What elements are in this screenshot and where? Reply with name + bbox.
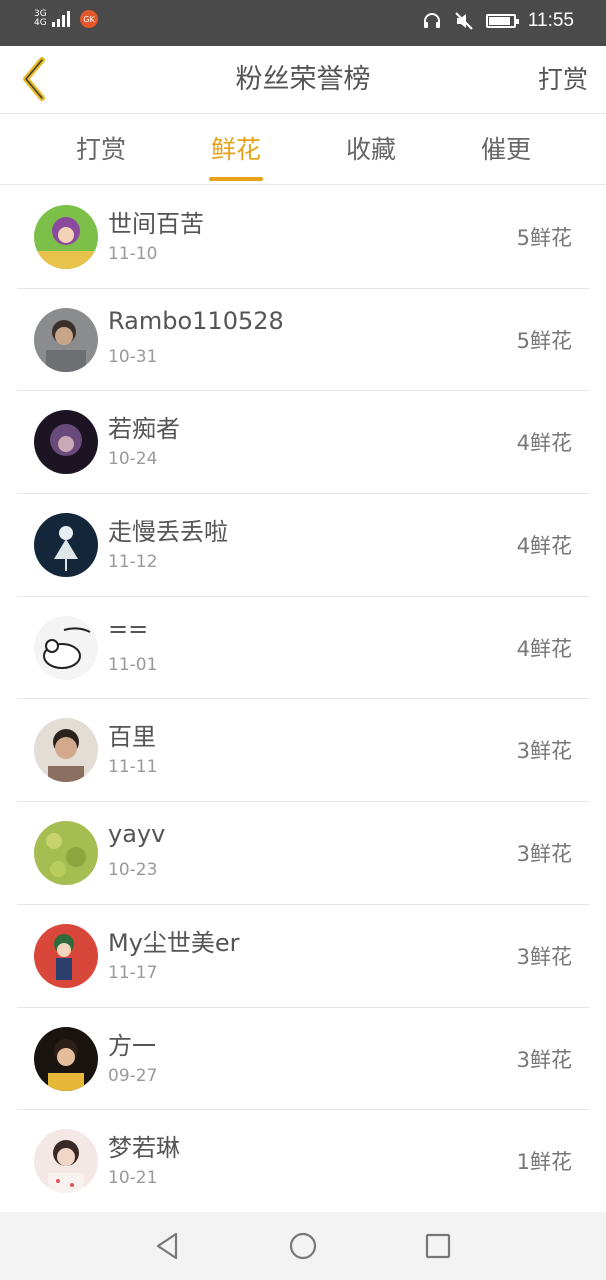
headset-icon: [423, 13, 440, 28]
user-name: 世间百苦: [108, 210, 204, 238]
date: 09-27: [108, 1065, 158, 1086]
avatar: [34, 1026, 98, 1091]
flower-count: 3鲜花: [516, 739, 572, 764]
header: 粉丝荣誉榜 打赏: [0, 46, 606, 114]
user-name: 方一: [108, 1031, 156, 1060]
user-name: yayv: [108, 820, 166, 849]
list-item[interactable]: yayv 10-23 3鲜花: [17, 802, 589, 905]
app-notification-icon: GK: [80, 10, 98, 28]
date: 11-17: [108, 962, 158, 983]
system-nav-bar: [0, 1212, 606, 1280]
flower-count: 4鲜花: [516, 431, 572, 456]
signal-icon: [52, 11, 70, 27]
network-type: 3G 4G: [34, 9, 47, 28]
tab-label: 打赏: [75, 135, 126, 164]
flower-count: 4鲜花: [516, 534, 572, 559]
flower-count: 3鲜花: [516, 944, 572, 969]
tab-flowers[interactable]: 鲜花: [186, 115, 286, 185]
avatar: [34, 718, 98, 783]
avatar: [34, 410, 98, 475]
tab-reward[interactable]: 打赏: [51, 115, 151, 185]
flower-count: 1鲜花: [516, 1150, 572, 1175]
flower-count: 4鲜花: [516, 636, 572, 661]
date: 11-11: [108, 757, 158, 778]
date: 10-31: [108, 346, 158, 367]
fan-list: 世间百苦 11-10 5鲜花 Rambo110528 10-31 5鲜花 若痴者…: [0, 186, 606, 1213]
tab-bar: 打赏 鲜花 收藏 催更: [0, 115, 606, 185]
avatar: [34, 1129, 98, 1194]
date: 11-01: [108, 654, 158, 675]
list-item[interactable]: 走慢丢丢啦 11-12 4鲜花: [17, 494, 589, 597]
avatar: [34, 205, 98, 269]
list-item[interactable]: Rambo110528 10-31 5鲜花: [17, 289, 589, 392]
avatar: [34, 821, 98, 886]
tab-label: 鲜花: [210, 135, 261, 164]
date: 10-21: [108, 1168, 158, 1189]
avatar: [34, 615, 98, 680]
reward-button[interactable]: 打赏: [538, 46, 588, 114]
active-tab-indicator: [209, 177, 263, 181]
user-name: 百里: [108, 723, 156, 752]
tab-label: 催更: [480, 135, 531, 164]
date: 11-10: [108, 244, 158, 264]
flower-count: 3鲜花: [516, 1047, 572, 1072]
list-item[interactable]: 百里 11-11 3鲜花: [17, 699, 589, 803]
status-time: 11:55: [527, 10, 574, 31]
list-item[interactable]: My尘世美er 11-17 3鲜花: [17, 905, 589, 1008]
status-bar: 3G 4G GK 11:55: [0, 0, 606, 46]
battery-icon: [485, 14, 519, 28]
user-name: 走慢丢丢啦: [108, 518, 228, 547]
mute-icon: [455, 12, 473, 30]
list-item[interactable]: 梦若琳 10-21 1鲜花: [17, 1110, 589, 1213]
date: 10-23: [108, 860, 158, 881]
tab-urge[interactable]: 催更: [456, 115, 556, 185]
date: 11-12: [108, 552, 158, 573]
list-item[interactable]: 方一 09-27 3鲜花: [17, 1008, 589, 1111]
home-circle-icon[interactable]: [287, 1230, 319, 1262]
avatar: [34, 923, 98, 988]
avatar: [34, 513, 98, 578]
avatar: [34, 307, 98, 372]
back-triangle-icon[interactable]: [152, 1230, 184, 1262]
user-name: Rambo110528: [108, 306, 284, 335]
tab-favorites[interactable]: 收藏: [321, 115, 421, 185]
tab-label: 收藏: [345, 135, 396, 164]
status-right: 11:55: [422, 10, 574, 32]
list-item[interactable]: 若痴者 10-24 4鲜花: [17, 391, 589, 495]
recents-square-icon[interactable]: [422, 1230, 454, 1262]
page-title: 粉丝荣誉榜: [235, 64, 371, 95]
flower-count: 3鲜花: [516, 842, 572, 867]
list-item[interactable]: == 11-01 4鲜花: [17, 597, 589, 700]
flower-count: 5鲜花: [516, 226, 572, 250]
user-name: My尘世美er: [108, 928, 240, 957]
flower-count: 5鲜花: [516, 328, 572, 353]
user-name: 若痴者: [108, 415, 180, 444]
user-name: ==: [108, 614, 149, 643]
user-name: 梦若琳: [108, 1134, 180, 1163]
list-item[interactable]: 世间百苦 11-10 5鲜花: [17, 186, 589, 289]
status-left: 3G 4G GK: [34, 10, 98, 28]
date: 10-24: [108, 449, 158, 470]
